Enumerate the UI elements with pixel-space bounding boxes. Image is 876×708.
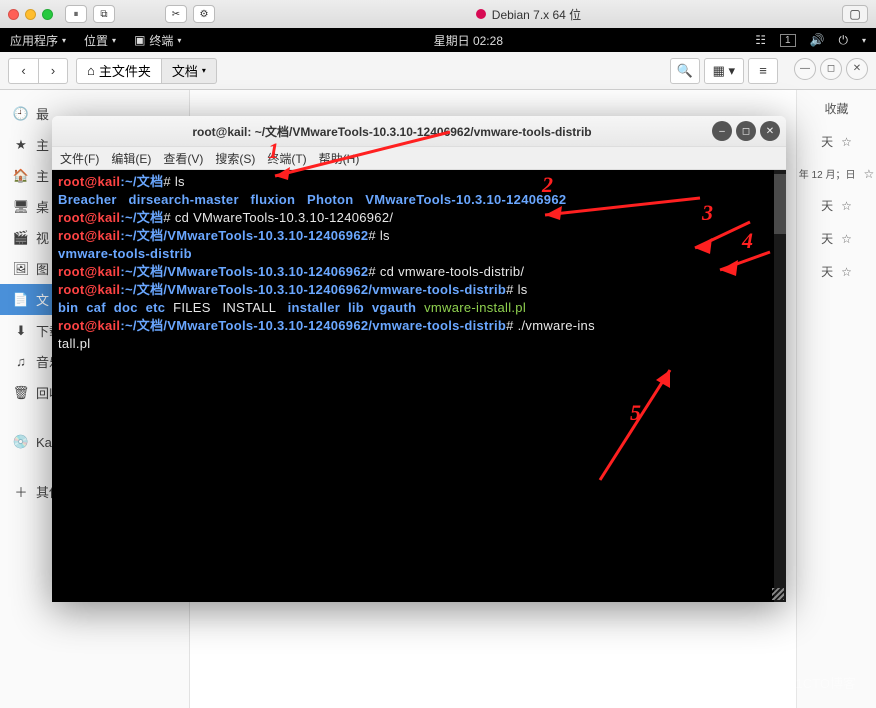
mac-title: Debian 7.x 64 位 <box>215 6 842 23</box>
window-close[interactable]: ✕ <box>846 58 868 80</box>
terminal-body[interactable]: root@kail:~/文档# ls Breacher dirsearch-ma… <box>52 170 786 602</box>
menu-terminal[interactable]: 终端(T) <box>267 150 306 167</box>
terminal-titlebar[interactable]: root@kail: ~/文档/VMwareTools-10.3.10-1240… <box>52 116 786 146</box>
star-icon[interactable]: ☆ <box>841 199 852 213</box>
hamburger-button[interactable]: ≡ <box>748 58 778 84</box>
minimize-icon[interactable] <box>25 9 36 20</box>
clock-icon: 🕘 <box>14 106 28 122</box>
network-icon[interactable]: ☷ <box>755 33 766 47</box>
menu-help[interactable]: 帮助(H) <box>319 150 360 167</box>
star-icon[interactable]: ☆ <box>841 232 852 246</box>
crumb-docs[interactable]: 文档 ▾ <box>162 58 217 84</box>
mac-btn-4[interactable]: ⚙ <box>193 5 215 23</box>
bookmark-header: 收藏 <box>824 100 848 117</box>
menu-search[interactable]: 搜索(S) <box>215 150 255 167</box>
star-icon: ★ <box>14 137 28 153</box>
music-icon: ♫ <box>14 354 28 369</box>
star-icon[interactable]: ☆ <box>863 167 874 181</box>
terminal-window: root@kail: ~/文档/VMwareTools-10.3.10-1240… <box>52 116 786 602</box>
mac-btn-1[interactable]: ⏸ <box>65 5 87 23</box>
disc-icon: 💿 <box>14 434 28 450</box>
crumb-home[interactable]: ⌂主文件夹 <box>76 58 162 84</box>
menu-places[interactable]: 位置▾ <box>84 32 116 49</box>
close-icon[interactable] <box>8 9 19 20</box>
desktop-icon: 🖥 <box>14 199 28 215</box>
watermark: ©51CTO博客 <box>779 673 856 692</box>
zoom-icon[interactable] <box>42 9 53 20</box>
mac-btn-3[interactable]: ✂ <box>165 5 187 23</box>
breadcrumb: ⌂主文件夹 文档 ▾ <box>76 58 217 84</box>
gnome-top-bar: 应用程序▾ 位置▾ ▣终端▾ 星期日 02:28 ☷ 1 🔊 ⏻ ▾ <box>0 28 876 52</box>
terminal-title: root@kail: ~/文档/VMwareTools-10.3.10-1240… <box>72 123 712 140</box>
menu-view[interactable]: 查看(V) <box>163 150 203 167</box>
debian-icon <box>476 9 486 19</box>
term-close-button[interactable]: ✕ <box>760 121 780 141</box>
traffic-lights <box>8 9 53 20</box>
star-icon[interactable]: ☆ <box>841 135 852 149</box>
menu-edit[interactable]: 编辑(E) <box>111 150 151 167</box>
menu-applications[interactable]: 应用程序▾ <box>10 32 66 49</box>
filemanager-headerbar: ‹ › ⌂主文件夹 文档 ▾ 🔍 ▦ ▾ ≡ — ◻ ✕ <box>0 52 876 90</box>
terminal-scrollbar[interactable] <box>774 170 786 602</box>
mac-tool-group-2: ✂ ⚙ <box>165 5 215 23</box>
window-minimize[interactable]: — <box>794 58 816 80</box>
window-maximize[interactable]: ◻ <box>820 58 842 80</box>
workspace-badge[interactable]: 1 <box>780 34 796 47</box>
picture-icon: 🖼 <box>14 261 28 277</box>
doc-icon: 📄 <box>14 292 28 308</box>
terminal-menubar: 文件(F) 编辑(E) 查看(V) 搜索(S) 终端(T) 帮助(H) <box>52 146 786 170</box>
mac-fullscreen-button[interactable]: ▢ <box>842 5 868 23</box>
vm-title: Debian 7.x 64 位 <box>492 6 581 23</box>
volume-icon[interactable]: 🔊 <box>810 33 825 47</box>
resize-handle[interactable] <box>772 588 784 600</box>
clock[interactable]: 星期日 02:28 <box>181 32 755 49</box>
terminal-icon: ▣ <box>134 33 145 47</box>
back-button[interactable]: ‹ <box>8 58 38 84</box>
right-info-column: 收藏 天☆ 年 12 月；日☆ 天☆ 天☆ 天☆ <box>796 90 876 708</box>
power-icon[interactable]: ⏻ <box>838 33 848 48</box>
menu-file[interactable]: 文件(F) <box>60 150 99 167</box>
search-button[interactable]: 🔍 <box>670 58 700 84</box>
menu-terminal[interactable]: ▣终端▾ <box>134 32 181 49</box>
home-icon: ⌂ <box>87 63 95 78</box>
term-maximize-button[interactable]: ◻ <box>736 121 756 141</box>
mac-titlebar: ⏸ ⧉ ✂ ⚙ Debian 7.x 64 位 ▢ <box>0 0 876 28</box>
nav-buttons: ‹ › <box>8 58 68 84</box>
forward-button[interactable]: › <box>38 58 68 84</box>
trash-icon: 🗑 <box>14 385 28 401</box>
term-minimize-button[interactable]: – <box>712 121 732 141</box>
home-icon: 🏠 <box>14 168 28 184</box>
plus-icon: ＋ <box>14 482 28 501</box>
mac-tool-group-left: ⏸ ⧉ <box>65 5 115 23</box>
mac-btn-2[interactable]: ⧉ <box>93 5 115 23</box>
star-icon[interactable]: ☆ <box>841 265 852 279</box>
view-switch[interactable]: ▦ ▾ <box>704 58 744 84</box>
video-icon: 🎬 <box>14 230 28 246</box>
download-icon: ⬇ <box>14 323 28 339</box>
